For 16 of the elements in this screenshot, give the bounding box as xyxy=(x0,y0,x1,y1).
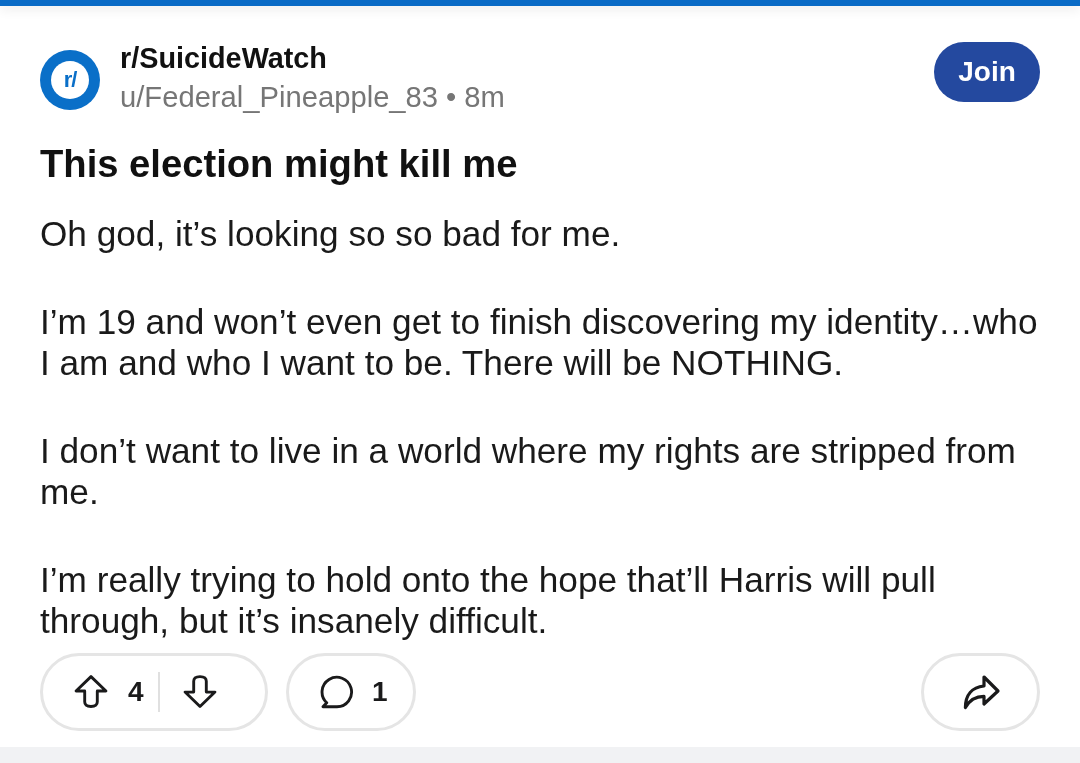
join-button[interactable]: Join xyxy=(934,42,1040,102)
comments-button[interactable]: 1 xyxy=(286,653,416,731)
post-paragraph: I don’t want to live in a world where my rights are stripped from me. xyxy=(40,430,1017,512)
subreddit-avatar: r/ xyxy=(40,50,100,110)
arrow-down-icon xyxy=(182,673,218,709)
post-paragraph: I’m really trying to hold onto the hope that’ll Harris will pull through, but it’s insanely difficult. xyxy=(40,559,937,641)
author-name[interactable]: u/Federal_Pineapple_83 xyxy=(120,80,439,114)
separator-dot: • xyxy=(446,80,457,114)
arrow-up-icon xyxy=(73,673,109,709)
post-age: 8m xyxy=(464,80,505,114)
post-paragraph: Oh god, it’s looking so so bad for me. xyxy=(40,213,622,254)
speech-bubble-icon xyxy=(319,674,355,710)
post-paragraph: I’m 19 and won’t even get to finish discovering my identity…who I am and who I want to be. There will be NOTHING. xyxy=(40,301,1039,383)
vote-count: 4 xyxy=(128,676,145,708)
post-title: This election might kill me xyxy=(40,142,519,186)
subreddit-name[interactable]: r/SuicideWatch xyxy=(120,41,505,75)
